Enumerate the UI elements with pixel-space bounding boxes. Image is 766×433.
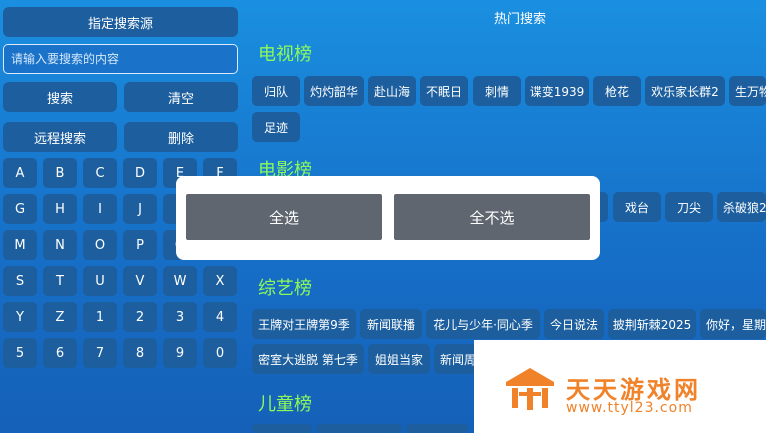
movie-item[interactable]: 杀破狼2 <box>717 192 766 222</box>
tv-item[interactable]: 谍变1939 <box>525 76 589 106</box>
variety-item[interactable]: 你好，星期六 <box>700 309 766 339</box>
key-m[interactable]: M <box>3 230 37 260</box>
tv-item[interactable]: 欢乐家长群2 <box>645 76 725 106</box>
key-p[interactable]: P <box>123 230 157 260</box>
key-c[interactable]: C <box>83 158 117 188</box>
watermark-logo-icon <box>506 368 554 410</box>
tv-item[interactable]: 赴山海 <box>368 76 416 106</box>
tv-item[interactable]: 生万物 <box>729 76 766 106</box>
kids-item[interactable] <box>406 424 468 433</box>
key-h[interactable]: H <box>43 194 77 224</box>
key-v[interactable]: V <box>123 266 157 296</box>
variety-ranking-title: 综艺榜 <box>258 278 312 299</box>
key-4[interactable]: 4 <box>203 302 237 332</box>
key-b[interactable]: B <box>43 158 77 188</box>
watermark-url: www.ttyl23.com <box>566 400 693 416</box>
variety-item[interactable]: 今日说法 <box>544 309 604 339</box>
variety-item[interactable]: 披荆斩棘2025 <box>608 309 696 339</box>
tv-ranking-title: 电视榜 <box>258 44 312 65</box>
key-x[interactable]: X <box>203 266 237 296</box>
source-select-button[interactable]: 指定搜索源 <box>3 7 238 37</box>
variety-item[interactable]: 花儿与少年·同心季 <box>426 309 540 339</box>
key-z[interactable]: Z <box>43 302 77 332</box>
key-y[interactable]: Y <box>3 302 37 332</box>
key-n[interactable]: N <box>43 230 77 260</box>
key-o[interactable]: O <box>83 230 117 260</box>
tv-item[interactable]: 刺情 <box>473 76 521 106</box>
key-a[interactable]: A <box>3 158 37 188</box>
tv-item[interactable]: 枪花 <box>593 76 641 106</box>
key-1[interactable]: 1 <box>83 302 117 332</box>
search-input[interactable] <box>3 44 238 74</box>
tv-item[interactable]: 归队 <box>252 76 300 106</box>
deselect-all-button[interactable]: 全不选 <box>394 194 590 240</box>
variety-item[interactable]: 王牌对王牌第9季 <box>252 309 356 339</box>
variety-item[interactable]: 姐姐当家 <box>368 344 430 374</box>
key-7[interactable]: 7 <box>83 338 117 368</box>
kids-item[interactable] <box>252 424 312 433</box>
key-0[interactable]: 0 <box>203 338 237 368</box>
variety-item[interactable]: 密室大逃脱 第七季 <box>252 344 364 374</box>
select-dialog: 全选 全不选 <box>176 176 600 260</box>
select-all-button[interactable]: 全选 <box>186 194 382 240</box>
variety-item[interactable]: 新闻联播 <box>360 309 422 339</box>
kids-item[interactable] <box>316 424 402 433</box>
tv-item[interactable]: 灼灼韶华 <box>304 76 364 106</box>
key-3[interactable]: 3 <box>163 302 197 332</box>
movie-item[interactable]: 戏台 <box>613 192 661 222</box>
key-w[interactable]: W <box>163 266 197 296</box>
kids-ranking-title: 儿童榜 <box>258 394 312 415</box>
key-9[interactable]: 9 <box>163 338 197 368</box>
key-s[interactable]: S <box>3 266 37 296</box>
tv-item[interactable]: 足迹 <box>252 112 300 142</box>
key-g[interactable]: G <box>3 194 37 224</box>
key-i[interactable]: I <box>83 194 117 224</box>
key-6[interactable]: 6 <box>43 338 77 368</box>
clear-button[interactable]: 清空 <box>124 82 238 112</box>
key-t[interactable]: T <box>43 266 77 296</box>
remote-search-button[interactable]: 远程搜索 <box>3 122 117 152</box>
key-8[interactable]: 8 <box>123 338 157 368</box>
tv-item[interactable]: 不眠日 <box>420 76 468 106</box>
movie-item[interactable]: 刀尖 <box>665 192 713 222</box>
hot-search-title: 热门搜索 <box>493 12 546 27</box>
delete-button[interactable]: 删除 <box>124 122 238 152</box>
key-j[interactable]: J <box>123 194 157 224</box>
watermark: 天天游戏网 www.ttyl23.com <box>474 340 766 433</box>
key-u[interactable]: U <box>83 266 117 296</box>
key-d[interactable]: D <box>123 158 157 188</box>
search-button[interactable]: 搜索 <box>3 82 117 112</box>
key-2[interactable]: 2 <box>123 302 157 332</box>
key-5[interactable]: 5 <box>3 338 37 368</box>
